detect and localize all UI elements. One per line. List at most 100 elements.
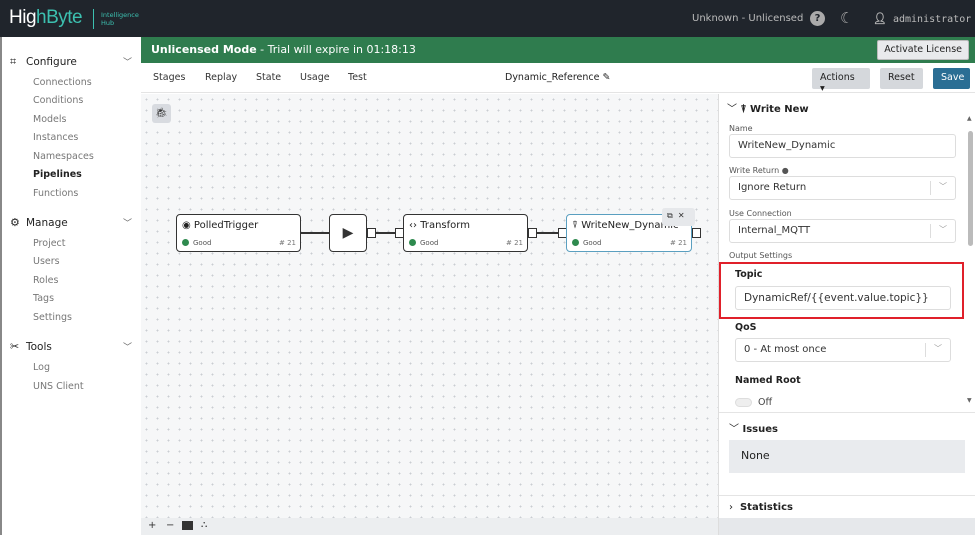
sidebar-item-settings[interactable]: Settings [33, 312, 72, 323]
panel-header[interactable]: ﹀ ⍒ Write New [727, 100, 809, 115]
sidebar-item-conditions[interactable]: Conditions [33, 95, 83, 106]
help-icon[interactable]: ? [810, 11, 825, 26]
chevron-down-icon: ﹀ [727, 104, 737, 115]
tab-state[interactable]: State [256, 72, 281, 83]
minimap-icon[interactable] [182, 521, 193, 530]
write-return-text: Write Return [729, 166, 780, 175]
output-port[interactable] [692, 228, 701, 238]
zoom-out-button[interactable]: − [166, 520, 174, 531]
logo: HighByte [9, 7, 83, 28]
pipeline-canvas[interactable]: 🐞︎ ◉ PolledTrigger Good # 21 ▶ ‹› Transf… [141, 94, 718, 518]
output-port[interactable] [367, 228, 376, 238]
banner-mode: Unlicensed Mode [151, 43, 257, 56]
license-status: Unknown - Unlicensed [692, 13, 804, 24]
sidebar-item-namespaces[interactable]: Namespaces [33, 151, 94, 162]
sidebar-item-log[interactable]: Log [33, 362, 50, 373]
wire [301, 232, 329, 234]
banner-message: - Trial will expire in 01:18:13 [256, 43, 416, 56]
close-icon[interactable]: ✕ [678, 211, 685, 220]
logo-divider [93, 9, 94, 29]
chevron-down-icon: ﹀ [925, 343, 950, 357]
copy-icon[interactable]: ⧉ [667, 211, 673, 220]
write-icon: ⍒ [572, 220, 578, 231]
save-button[interactable]: Save [933, 68, 970, 89]
layout-icon[interactable]: ⛬ [201, 520, 207, 530]
topic-label: Topic [735, 269, 763, 280]
canvas-bottom-toolbar: + − ⛬ [141, 518, 718, 535]
zoom-in-button[interactable]: + [148, 520, 156, 531]
sidebar-item-models[interactable]: Models [33, 114, 66, 125]
output-port[interactable] [528, 228, 537, 238]
stage-count: # 21 [279, 239, 296, 247]
sidebar-item-users[interactable]: Users [33, 256, 60, 267]
chevron-down-icon: ﹀ [122, 343, 132, 353]
license-banner: Unlicensed Mode - Trial will expire in 0… [141, 37, 975, 63]
write-return-value: Ignore Return [738, 182, 807, 193]
name-field[interactable]: WriteNew_Dynamic [729, 134, 956, 158]
scrollbar[interactable]: ▲ ▼ [967, 115, 974, 404]
issues-label: Issues [742, 424, 778, 435]
sidebar-item-pipelines[interactable]: Pipelines [33, 169, 82, 180]
debug-bug-icon[interactable]: 🐞︎ [152, 104, 171, 123]
activate-license-button[interactable]: Activate License [877, 40, 969, 60]
stage-polled-trigger[interactable]: ◉ PolledTrigger Good # 21 [176, 214, 301, 252]
reset-button[interactable]: Reset [880, 68, 923, 89]
code-icon: ‹› [409, 220, 417, 231]
stage-status: Good [182, 239, 211, 247]
stage-title: ◉ PolledTrigger [182, 220, 258, 231]
write-icon: ⍒ [740, 104, 747, 115]
tab-usage[interactable]: Usage [300, 72, 330, 83]
topic-field[interactable]: DynamicRef/{{event.value.topic}} [735, 286, 951, 310]
sidebar-item-project[interactable]: Project [33, 238, 66, 249]
write-return-label: Write Return ● [729, 166, 789, 175]
panel-title: Write New [749, 104, 809, 115]
name-label: Name [729, 124, 753, 133]
user-menu[interactable]: 👤︎ administrator [873, 12, 971, 25]
dark-mode-icon[interactable]: ☾ [840, 9, 853, 27]
section-label: Manage [26, 217, 68, 229]
statistics-header[interactable]: › Statistics [729, 502, 793, 513]
actions-button[interactable]: Actions ▾ [812, 68, 870, 94]
pipeline-title: Dynamic_Reference ✎ [505, 72, 611, 83]
sidebar: ⌗ Configure ﹀ Connections Conditions Model… [0, 37, 141, 535]
issues-header[interactable]: ﹀ Issues [729, 420, 778, 435]
stage-status: Good [572, 239, 601, 247]
stage-settings-panel: ﹀ ⍒ Write New Name WriteNew_Dynamic Writ… [718, 94, 975, 535]
chevron-right-icon: › [729, 502, 733, 513]
tab-test[interactable]: Test [348, 72, 367, 83]
user-icon: 👤︎ [873, 12, 887, 25]
tab-replay[interactable]: Replay [205, 72, 237, 83]
sidebar-item-uns-client[interactable]: UNS Client [33, 381, 84, 392]
write-return-select[interactable]: Ignore Return ﹀ [729, 176, 956, 200]
trigger-icon: ◉ [182, 220, 191, 231]
sidebar-section-tools[interactable]: ✂ Tools ﹀ [10, 340, 135, 353]
stage-transform[interactable]: ‹› Transform Good # 21 [403, 214, 528, 252]
sidebar-item-tags[interactable]: Tags [33, 293, 54, 304]
stage-title: ‹› Transform [409, 220, 470, 231]
qos-select[interactable]: 0 - At most once ﹀ [735, 338, 951, 362]
sidebar-section-manage[interactable]: ⚙ Manage ﹀ [10, 216, 135, 229]
stage-status: Good [409, 239, 438, 247]
tools-icon: ✂ [10, 340, 20, 353]
connection-value: Internal_MQTT [738, 225, 811, 236]
sidebar-item-connections[interactable]: Connections [33, 77, 92, 88]
connection-select[interactable]: Internal_MQTT ﹀ [729, 219, 956, 243]
status-text: Good [583, 239, 602, 247]
pipeline-toolbar: Stages Replay State Usage Test Dynamic_R… [141, 63, 975, 94]
sidebar-section-configure[interactable]: ⌗ Configure ﹀ [10, 55, 135, 69]
named-root-toggle[interactable] [735, 398, 752, 407]
chevron-down-icon: ﹀ [729, 424, 739, 435]
sidebar-item-functions[interactable]: Functions [33, 188, 78, 199]
help-icon[interactable]: ● [782, 166, 789, 175]
status-text: Good [193, 239, 212, 247]
logo-sub-1: Intelligence [101, 11, 139, 19]
nodes-icon: ⌗ [10, 55, 17, 68]
sidebar-item-instances[interactable]: Instances [33, 132, 78, 143]
divider [719, 412, 975, 413]
edit-icon[interactable]: ✎ [603, 72, 611, 83]
sidebar-item-roles[interactable]: Roles [33, 275, 58, 286]
tab-stages[interactable]: Stages [153, 72, 185, 83]
chevron-down-icon: ﹀ [122, 58, 132, 68]
play-stage[interactable]: ▶ [329, 214, 367, 252]
wire [375, 232, 395, 234]
